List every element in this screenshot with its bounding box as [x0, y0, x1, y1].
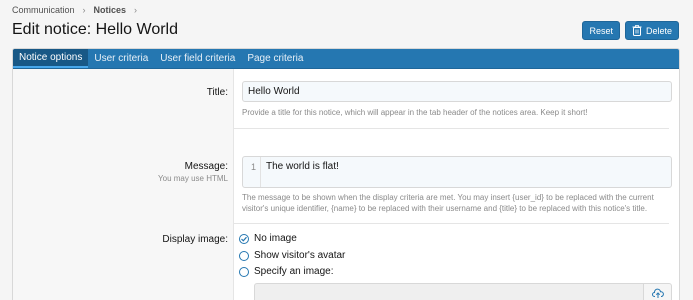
delete-button[interactable]: Delete — [624, 21, 679, 40]
page-title: Edit notice: Hello World — [12, 21, 178, 38]
message-editor[interactable]: 1 The world is flat! — [242, 156, 672, 188]
tab-page-criteria[interactable]: Page criteria — [241, 49, 309, 68]
radio-label: Specify an image: — [254, 266, 334, 277]
radio-no-image[interactable]: No image — [239, 233, 297, 244]
radio-show-avatar[interactable]: Show visitor's avatar — [239, 250, 345, 261]
chevron-right-icon: › — [134, 5, 138, 15]
divider — [234, 128, 669, 129]
reset-button[interactable]: Reset — [582, 21, 620, 40]
header-actions: Reset Delete — [582, 21, 679, 40]
message-label: Message: — [184, 161, 228, 172]
radio-unchecked-icon — [239, 266, 249, 277]
tab-user-criteria[interactable]: User criteria — [88, 49, 154, 68]
line-number-gutter: 1 — [243, 157, 261, 187]
form-body: Title: Provide a title for this notice, … — [13, 69, 679, 300]
image-url-input[interactable] — [254, 283, 644, 300]
breadcrumb: Communication › Notices › — [12, 5, 145, 15]
display-image-label: Display image: — [162, 234, 228, 245]
reset-button-label: Reset — [589, 25, 613, 36]
tab-notice-options[interactable]: Notice options — [13, 49, 89, 68]
message-sublabel: You may use HTML — [158, 174, 228, 183]
divider — [234, 223, 669, 224]
message-hint-line-1: The message to be shown when the display… — [242, 193, 654, 202]
upload-icon — [651, 288, 664, 298]
breadcrumb-item-notices[interactable]: Notices — [94, 5, 127, 15]
radio-label: Show visitor's avatar — [254, 250, 346, 261]
breadcrumb-item-communication[interactable]: Communication — [12, 5, 75, 15]
notice-form-panel: Notice options User criteria User field … — [12, 48, 680, 300]
upload-button[interactable] — [644, 283, 672, 300]
message-text: The world is flat! — [266, 161, 339, 172]
title-label: Title: — [206, 87, 228, 98]
tab-user-field-criteria[interactable]: User field criteria — [154, 49, 241, 68]
tab-bar: Notice options User criteria User field … — [13, 49, 679, 69]
radio-specify-image[interactable]: Specify an image: — [239, 266, 334, 277]
title-hint: Provide a title for this notice, which w… — [242, 108, 588, 117]
label-column — [13, 69, 234, 300]
chevron-right-icon: › — [82, 5, 86, 15]
radio-unchecked-icon — [239, 250, 249, 261]
radio-checked-icon — [239, 233, 249, 244]
radio-label: No image — [254, 233, 297, 244]
message-hint-line-2: visitor's unique identifier, {name} to b… — [242, 204, 648, 213]
trash-icon — [632, 25, 642, 36]
delete-button-label: Delete — [645, 25, 672, 36]
title-input[interactable] — [242, 81, 672, 102]
